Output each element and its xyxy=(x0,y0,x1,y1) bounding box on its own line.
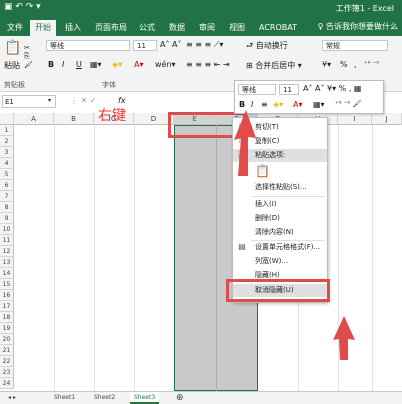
sheet-tab[interactable]: Sheet2 xyxy=(90,392,119,404)
annotation-arrows xyxy=(234,110,355,360)
arrow-up-right xyxy=(333,316,355,360)
add-sheet-icon[interactable]: ⊕ xyxy=(172,392,188,404)
sheet-tab[interactable]: Sheet1 xyxy=(50,392,79,404)
sheet-tabs-bar: ◂ ▸ Sheet1 Sheet2 Sheet3 ⊕ xyxy=(0,391,402,404)
sheet-tab-active[interactable]: Sheet3 xyxy=(130,392,160,404)
arrow-up-left xyxy=(234,110,256,176)
sheet-nav-icons[interactable]: ◂ ▸ xyxy=(4,392,20,404)
